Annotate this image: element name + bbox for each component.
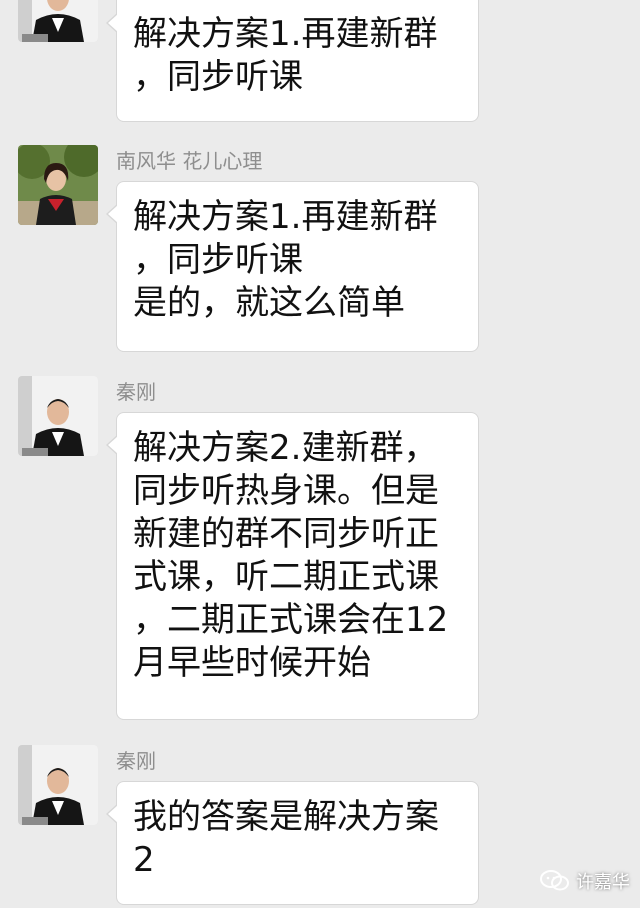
message-line: 解决方案2.建新群， <box>133 428 438 468</box>
watermark: 许嘉华 <box>540 868 630 894</box>
message-line: 2 <box>133 840 155 880</box>
woman-avatar-icon <box>18 145 98 225</box>
message-line: 式课，听二期正式课 <box>133 557 439 597</box>
message-line: ，二期正式课会在12 <box>133 600 449 640</box>
message-line: 是的，就这么简单 <box>133 283 405 323</box>
message-line: 解决方案1.再建新群 <box>133 197 438 237</box>
message-line: 月早些时候开始 <box>133 643 371 683</box>
wechat-official-account-icon <box>540 869 570 893</box>
sender-name: 秦刚 <box>116 380 156 404</box>
message-line: ，同步听课 <box>133 240 303 280</box>
message-line: 解决方案1.再建新群 <box>133 14 438 54</box>
watermark-text: 许嘉华 <box>576 872 630 893</box>
message-line: ，同步听课 <box>133 57 303 97</box>
message-line: 同步听热身课。但是 <box>133 471 439 511</box>
message-line: 新建的群不同步听正 <box>133 514 439 554</box>
sender-name: 秦刚 <box>116 749 156 773</box>
avatar[interactable] <box>18 376 98 456</box>
message-bubble[interactable]: 我的答案是解决方案 2 <box>106 781 479 905</box>
avatar[interactable] <box>18 145 98 225</box>
sender-name: 南风华 花儿心理 <box>116 149 263 173</box>
man-avatar-icon <box>18 745 98 825</box>
message-line: 我的答案是解决方案 <box>133 797 439 837</box>
avatar[interactable] <box>18 745 98 825</box>
message-bubble[interactable]: 解决方案1.再建新群 ，同步听课 <box>106 0 479 122</box>
message-bubble[interactable]: 解决方案1.再建新群 ，同步听课 是的，就这么简单 <box>106 181 479 352</box>
man-avatar-icon <box>18 376 98 456</box>
avatar[interactable] <box>18 0 98 42</box>
man-avatar-icon <box>18 0 98 42</box>
message-bubble[interactable]: 解决方案2.建新群， 同步听热身课。但是 新建的群不同步听正 式课，听二期正式课… <box>106 412 479 720</box>
